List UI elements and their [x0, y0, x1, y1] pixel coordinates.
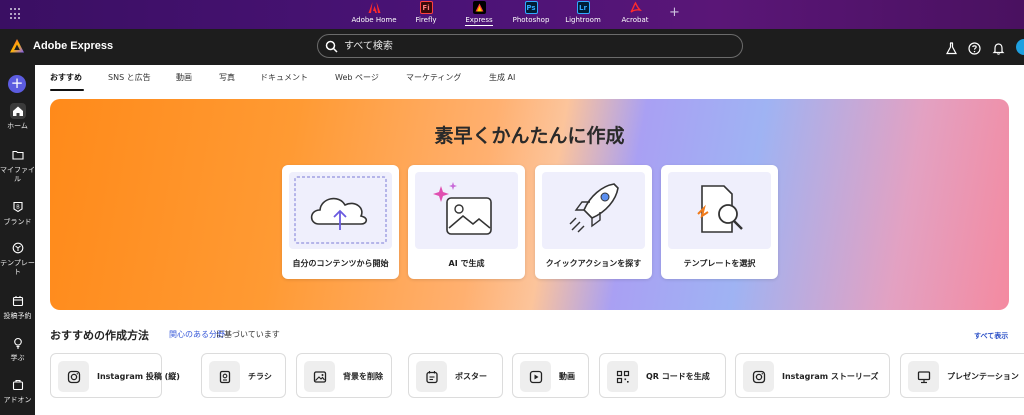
instagram-icon	[743, 361, 774, 392]
upload-cloud-icon	[294, 176, 387, 244]
brand-icon: B	[10, 199, 26, 215]
rail-item-home[interactable]: ホーム	[0, 103, 35, 131]
rail-item-learn[interactable]: 学ぶ	[0, 335, 35, 363]
app-acrobat[interactable]: Acrobat	[605, 0, 665, 29]
start-from-content-card[interactable]: 自分のコンテンツから開始	[282, 165, 399, 279]
create-new-button[interactable]: +	[8, 75, 26, 93]
lightroom-icon: Lr	[576, 1, 590, 14]
tab-recommended[interactable]: おすすめ	[50, 72, 82, 83]
express-icon	[472, 1, 486, 14]
adobe-express-logo[interactable]	[9, 38, 25, 54]
quick-create-presentation[interactable]: プレゼンテーション	[900, 353, 1024, 398]
search-bar[interactable]	[317, 34, 743, 58]
tab-web-page[interactable]: Web ページ	[335, 72, 379, 83]
add-app-icon[interactable]: +	[669, 5, 680, 20]
folder-icon	[10, 147, 26, 163]
tab-marketing[interactable]: マーケティング	[406, 72, 461, 83]
quick-create-remove-background[interactable]: 背景を削除	[296, 353, 392, 398]
card-illustration	[289, 172, 392, 249]
recommendations-title: おすすめの作成方法	[50, 329, 149, 342]
app-adobe-home[interactable]: Adobe Home	[344, 0, 404, 29]
rail-item-my-files[interactable]: マイファイル	[0, 147, 35, 184]
notification-bell-icon[interactable]	[992, 40, 1005, 55]
svg-text:B: B	[16, 205, 20, 211]
acrobat-icon	[629, 1, 642, 14]
video-icon	[520, 361, 551, 392]
ai-image-icon	[433, 182, 492, 235]
presentation-icon	[908, 361, 939, 392]
firefly-icon: Fi	[419, 1, 433, 14]
remove-bg-icon	[304, 361, 335, 392]
quick-create-video[interactable]: 動画	[512, 353, 589, 398]
poster-icon	[416, 361, 447, 392]
template-icon	[10, 240, 26, 256]
labs-flask-icon[interactable]	[945, 40, 958, 55]
search-input[interactable]	[344, 38, 724, 54]
tab-sns-ads[interactable]: SNS と広告	[108, 72, 151, 83]
quick-actions-card[interactable]: クイックアクションを探す	[535, 165, 652, 279]
app-firefly[interactable]: Fi Firefly	[396, 0, 456, 29]
template-search-icon	[697, 185, 743, 233]
card-illustration	[415, 172, 518, 249]
qr-code-icon	[607, 361, 638, 392]
tab-photo[interactable]: 写真	[219, 72, 235, 83]
tab-generative-ai[interactable]: 生成 AI	[489, 72, 515, 83]
home-icon	[9, 103, 26, 119]
tab-video[interactable]: 動画	[176, 72, 192, 83]
card-illustration	[542, 172, 645, 249]
quick-create-instagram-post[interactable]: Instagram 投稿 (縦)	[50, 353, 180, 398]
rail-item-schedule[interactable]: 投稿予約	[0, 293, 35, 321]
rocket-icon	[569, 183, 619, 233]
instagram-icon	[58, 361, 89, 392]
app-express[interactable]: Express	[449, 0, 509, 29]
recommendations-subtitle: に基づいています	[216, 330, 280, 339]
brand-name[interactable]: Adobe Express	[33, 40, 113, 52]
calendar-icon	[10, 293, 26, 309]
active-tab-indicator	[50, 89, 84, 91]
flyer-icon	[209, 361, 240, 392]
addon-icon	[10, 377, 26, 393]
rail-item-templates[interactable]: テンプレート	[0, 240, 35, 277]
choose-template-card[interactable]: テンプレートを選択	[661, 165, 778, 279]
app-lightroom[interactable]: Lr Lightroom	[553, 0, 613, 29]
ai-generate-card[interactable]: AI で生成	[408, 165, 525, 279]
adobe-home-icon	[368, 1, 381, 14]
app-switcher-bar: Adobe Home Fi Firefly Express Ps Photosh…	[0, 0, 1024, 29]
learn-icon	[10, 335, 26, 351]
quick-create-poster[interactable]: ポスター	[408, 353, 503, 398]
quick-create-qr-code[interactable]: QR コードを生成	[599, 353, 726, 398]
hero-title: 素早くかんたんに作成	[434, 125, 625, 147]
search-icon	[325, 40, 338, 53]
rail-item-addons[interactable]: アドオン	[0, 377, 35, 405]
show-all-link[interactable]: すべて表示	[974, 331, 1008, 341]
rail-item-brand[interactable]: B ブランド	[0, 199, 35, 227]
app-photoshop[interactable]: Ps Photoshop	[501, 0, 561, 29]
header: Adobe Express	[0, 29, 1024, 65]
avatar[interactable]	[1016, 39, 1024, 55]
quick-create-flyer[interactable]: チラシ	[201, 353, 286, 398]
card-illustration	[668, 172, 771, 249]
left-rail: + ホーム マイファイル B ブランド テンプレート 投稿予約 学ぶ アドオン	[0, 65, 35, 415]
photoshop-icon: Ps	[524, 1, 538, 14]
quick-create-instagram-stories[interactable]: Instagram ストーリーズ	[735, 353, 890, 398]
tab-document[interactable]: ドキュメント	[260, 72, 308, 83]
help-icon[interactable]	[968, 40, 981, 55]
app-grid-icon[interactable]	[10, 8, 22, 20]
hero-banner: 素早くかんたんに作成 自分のコンテンツから開始 AI で生成 クイックアクション…	[50, 99, 1009, 310]
